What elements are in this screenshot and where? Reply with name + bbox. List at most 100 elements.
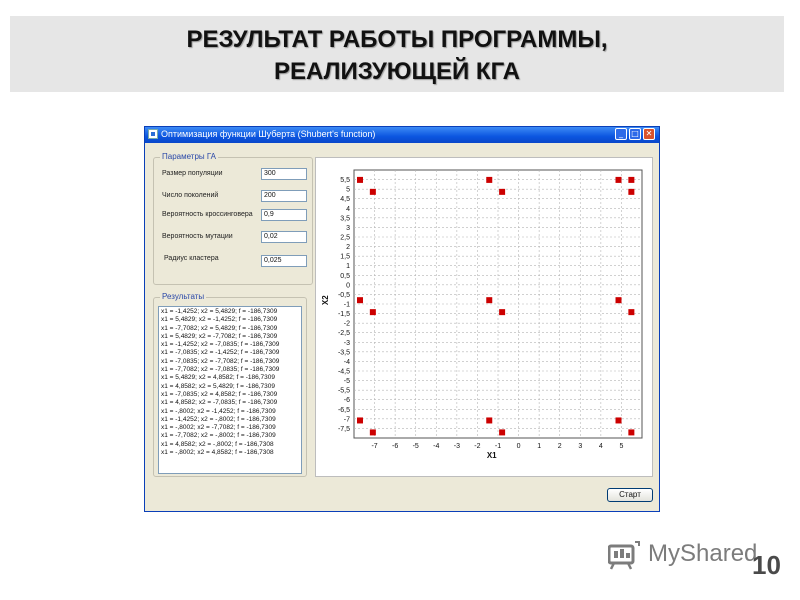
population-size-input[interactable]: 300 — [261, 168, 307, 180]
result-line: x1 = -,8002; x2 = -7,7082; f = -186,7309 — [161, 424, 276, 432]
crossover-probability-input[interactable]: 0,9 — [261, 209, 307, 221]
app-icon — [148, 129, 158, 139]
myshared-logo-icon — [608, 541, 640, 570]
data-point — [369, 188, 376, 195]
y-tick-label: -0,5 — [338, 292, 350, 299]
y-tick-label: -5 — [344, 378, 350, 385]
x-tick-label: -5 — [413, 443, 419, 450]
result-line: x1 = 5,4829; x2 = 4,8582; f = -186,7309 — [161, 374, 276, 382]
result-line: x1 = 4,8582; x2 = -,8002; f = -186,7308 — [161, 440, 274, 448]
cluster-radius-input[interactable]: 0,025 — [261, 255, 307, 267]
data-point — [499, 309, 506, 316]
results-group-label: Результаты — [160, 292, 207, 301]
y-tick-label: 4,5 — [340, 196, 350, 203]
data-point — [628, 176, 635, 183]
y-tick-label: 5,5 — [340, 177, 350, 184]
start-button[interactable]: Старт — [607, 488, 653, 502]
slide-title-band: РЕЗУЛЬТАТ РАБОТЫ ПРОГРАММЫ, РЕАЛИЗУЮЩЕЙ … — [10, 16, 784, 92]
results-group: Результаты x1 = -1,4252; x2 = 5,4829; f … — [153, 292, 307, 477]
y-tick-label: 0 — [346, 282, 350, 289]
data-point — [615, 417, 622, 424]
results-textbox[interactable]: x1 = -1,4252; x2 = 5,4829; f = -186,7309… — [158, 306, 302, 474]
y-tick-label: 1,5 — [340, 254, 350, 261]
data-point — [499, 188, 506, 195]
y-tick-label: -3,5 — [338, 349, 350, 356]
data-point — [369, 429, 376, 436]
data-point — [486, 297, 493, 304]
result-line: x1 = -,8002; x2 = 4,8582; f = -186,7308 — [161, 449, 274, 457]
y-tick-label: 4 — [346, 206, 350, 213]
data-point — [357, 176, 364, 183]
mutation-probability-label: Вероятность мутации — [162, 233, 233, 240]
maximize-button[interactable]: □ — [629, 128, 641, 140]
x-tick-label: -7 — [371, 443, 377, 450]
x-tick-label: -6 — [392, 443, 398, 450]
y-tick-label: 5 — [346, 187, 350, 194]
y-tick-label: -1,5 — [338, 311, 350, 318]
result-line: x1 = 5,4829; x2 = -1,4252; f = -186,7309 — [161, 316, 278, 324]
slide-title-line-2: РЕАЛИЗУЮЩЕЙ КГА — [274, 58, 520, 85]
brand-text: MyShared — [648, 540, 758, 567]
window-title: Оптимизация функции Шуберта (Shubert's f… — [161, 129, 376, 139]
result-line: x1 = -7,7082; x2 = -7,0835; f = -186,730… — [161, 366, 280, 374]
result-line: x1 = -1,4252; x2 = -7,0835; f = -186,730… — [161, 341, 280, 349]
y-tick-label: 2 — [346, 244, 350, 251]
data-point — [628, 188, 635, 195]
close-button[interactable]: ✕ — [643, 128, 655, 140]
data-point — [628, 429, 635, 436]
y-tick-label: -4 — [344, 359, 350, 366]
result-line: x1 = -,8002; x2 = -1,4252; f = -186,7309 — [161, 407, 276, 415]
y-tick-label: -2 — [344, 321, 350, 328]
result-line: x1 = -1,4252; x2 = 5,4829; f = -186,7309 — [161, 308, 278, 315]
y-tick-label: -1 — [344, 302, 350, 309]
generations-label: Число поколений — [162, 192, 219, 199]
y-tick-label: -7 — [344, 416, 350, 423]
data-point — [615, 176, 622, 183]
result-line: x1 = -7,7082; x2 = -,8002; f = -186,7309 — [161, 432, 276, 440]
y-tick-label: -3 — [344, 340, 350, 347]
params-group: Параметры ГА Размер популяции 300 Число … — [153, 152, 313, 285]
x-tick-label: 2 — [558, 443, 562, 450]
y-tick-label: -6,5 — [338, 407, 350, 414]
x-axis-label: X1 — [487, 451, 497, 460]
window-titlebar[interactable]: Оптимизация функции Шуберта (Shubert's f… — [145, 127, 659, 143]
slide-title-line-1: РЕЗУЛЬТАТ РАБОТЫ ПРОГРАММЫ, — [186, 26, 608, 53]
y-axis-label: X2 — [321, 295, 330, 305]
y-tick-label: -7,5 — [338, 426, 350, 433]
y-tick-label: 2,5 — [340, 235, 350, 242]
slide-number: 10 — [752, 550, 781, 580]
generations-input[interactable]: 200 — [261, 190, 307, 202]
data-point — [499, 429, 506, 436]
result-line: x1 = -7,0835; x2 = 4,8582; f = -186,7309 — [161, 390, 278, 398]
minimize-button[interactable]: _ — [615, 128, 627, 140]
y-tick-label: 3 — [346, 225, 350, 232]
data-point — [357, 417, 364, 424]
x-tick-label: 3 — [578, 443, 582, 450]
mutation-probability-input[interactable]: 0,02 — [261, 231, 307, 243]
crossover-probability-label: Вероятность кроссинговера — [162, 211, 253, 218]
y-tick-label: -6 — [344, 397, 350, 404]
x-tick-label: 5 — [619, 443, 623, 450]
x-tick-label: 1 — [537, 443, 541, 450]
app-window: Оптимизация функции Шуберта (Shubert's f… — [144, 126, 660, 512]
x-tick-label: -3 — [454, 443, 460, 450]
result-line: x1 = -7,7082; x2 = 5,4829; f = -186,7309 — [161, 324, 278, 332]
y-tick-label: -5,5 — [338, 388, 350, 395]
data-point — [486, 417, 493, 424]
data-point — [615, 297, 622, 304]
y-tick-label: -4,5 — [338, 369, 350, 376]
scatter-plot: -7 -6 -5 -4 -3 -2 -1 0 1 2 3 4 5 5,5 5 4,5 4 3,5 3 2,5 2 1,5 1… — [321, 169, 643, 460]
x-tick-label: -2 — [474, 443, 480, 450]
result-line: x1 = 4,8582; x2 = -7,0835; f = -186,7309 — [161, 399, 278, 407]
data-point — [486, 176, 493, 183]
population-size-label: Размер популяции — [162, 170, 223, 177]
data-point — [369, 309, 376, 316]
x-tick-label: 4 — [599, 443, 603, 450]
plot-panel: -7 -6 -5 -4 -3 -2 -1 0 1 2 3 4 5 5,5 5 4,5 4 3,5 3 2,5 2 1,5 1… — [315, 157, 653, 477]
data-point — [628, 309, 635, 316]
x-tick-label: -1 — [495, 443, 501, 450]
x-tick-label: -4 — [433, 443, 439, 450]
y-tick-label: 3,5 — [340, 215, 350, 222]
y-tick-label: 0,5 — [340, 273, 350, 280]
result-line: x1 = -7,0835; x2 = -7,7082; f = -186,730… — [161, 357, 280, 365]
